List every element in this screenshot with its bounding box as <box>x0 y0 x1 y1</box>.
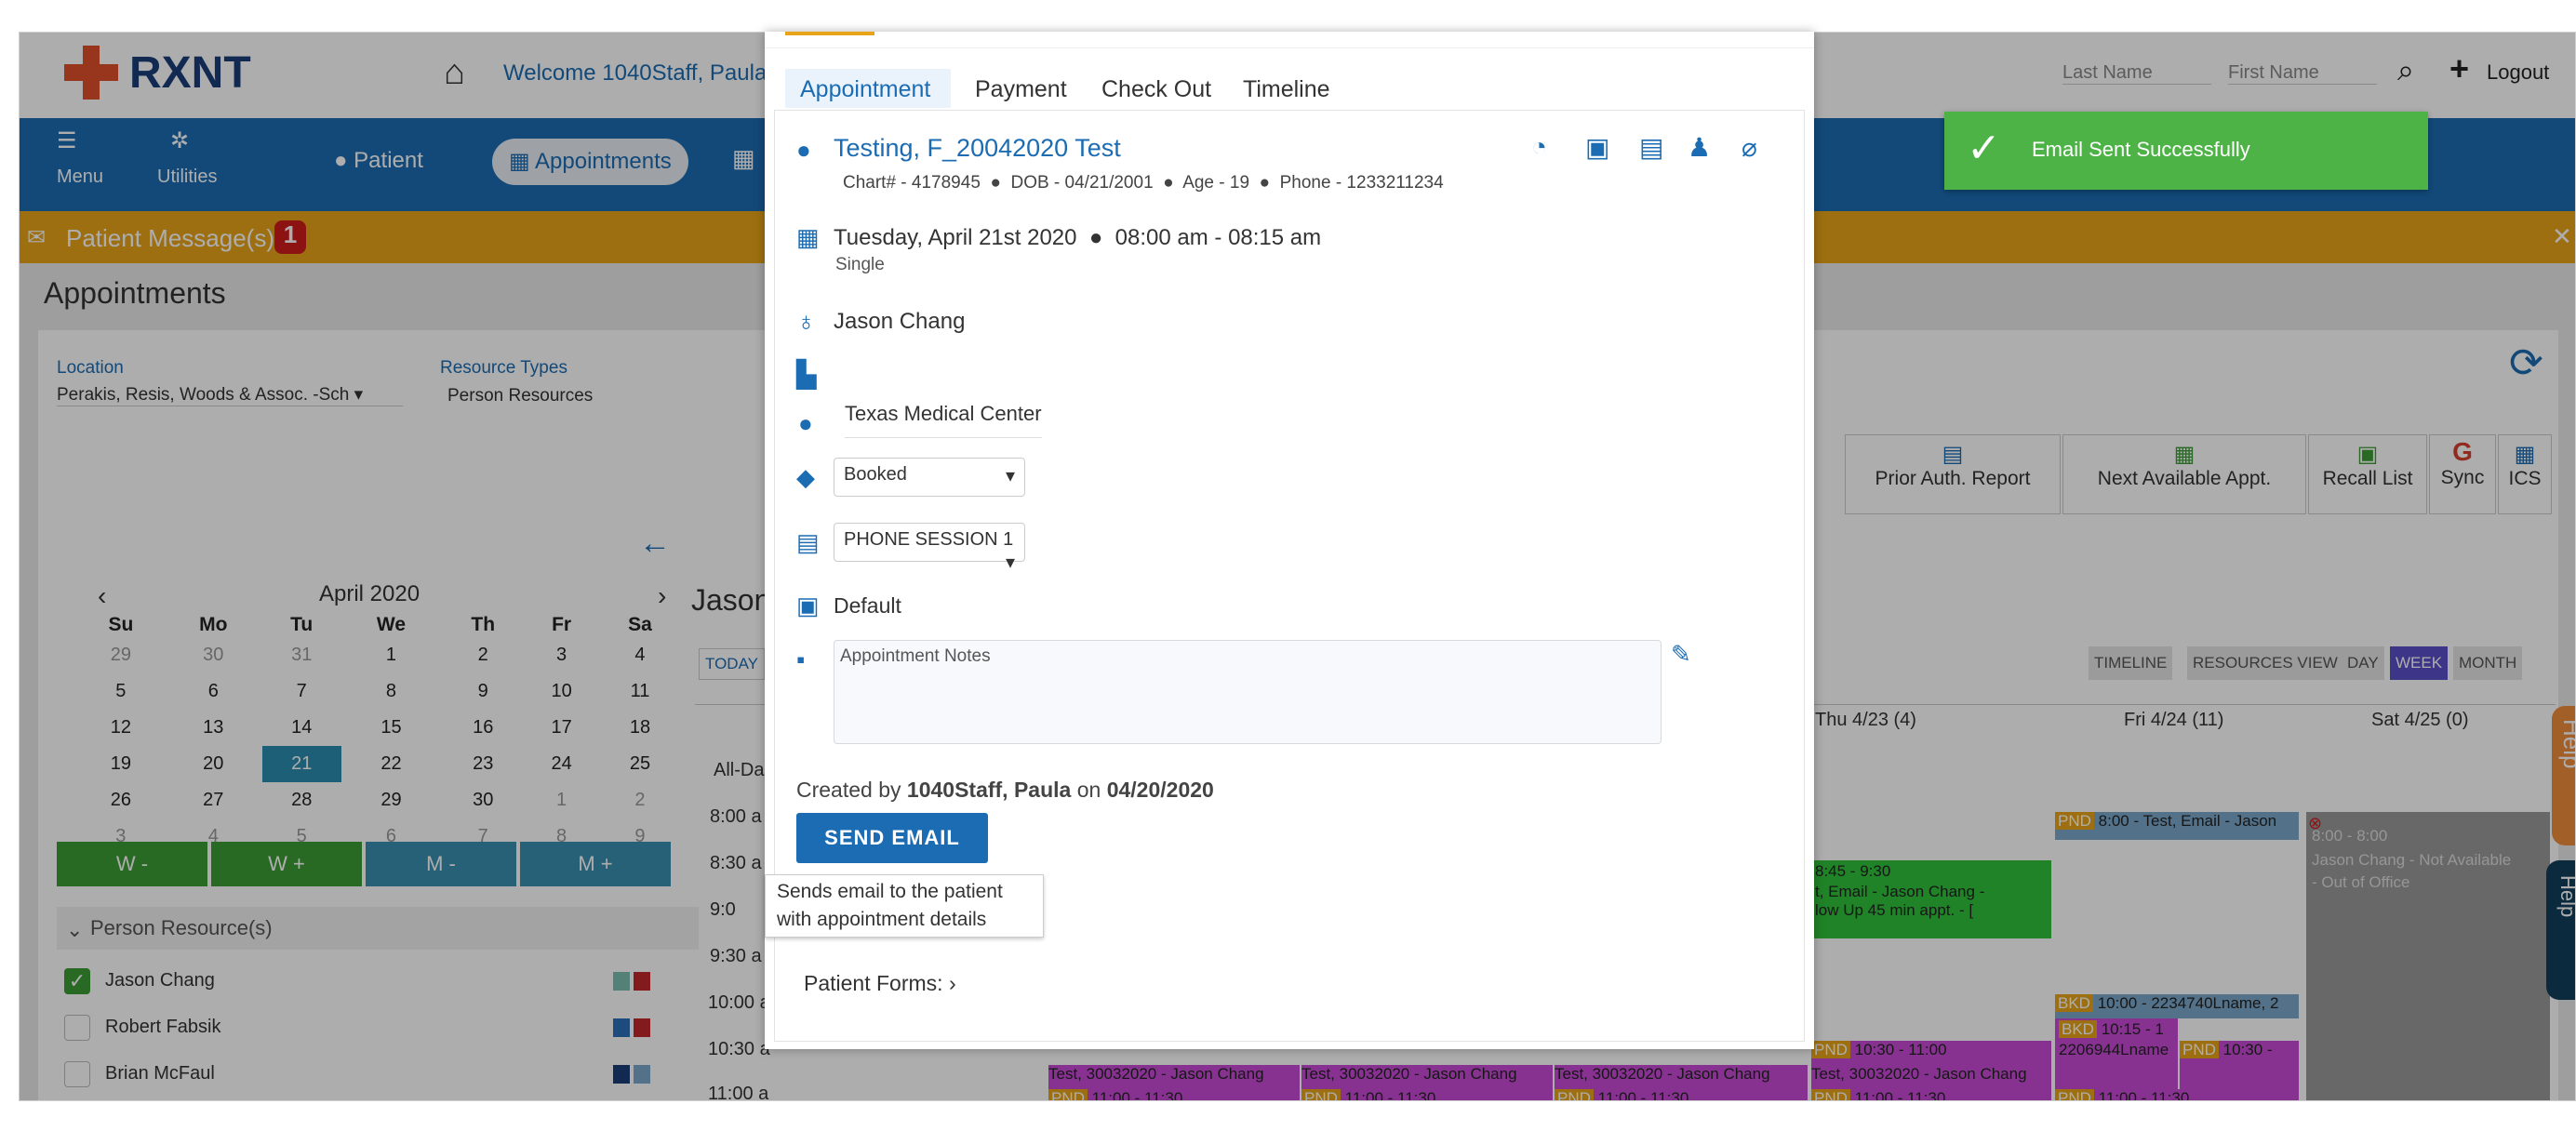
tab-payment[interactable]: Payment <box>975 76 1067 103</box>
appointment-notes-input[interactable]: Appointment Notes <box>834 640 1662 744</box>
tag-icon: ◆ <box>796 463 815 491</box>
status-value: Booked <box>844 464 907 485</box>
appointment-type-value: PHONE SESSION 1 <box>844 529 1014 550</box>
toast-message: Email Sent Successfully <box>2032 138 2250 161</box>
check-icon: ✓ <box>1967 126 2001 171</box>
user-icon: ● <box>796 136 811 164</box>
map-pin-icon: ● <box>798 409 813 437</box>
age: Age - 19 <box>1182 173 1250 193</box>
note-icon: ▪ <box>796 645 806 673</box>
tooltip-line: Sends email to the patient <box>777 881 1003 902</box>
success-toast: ✓ Email Sent Successfully <box>1944 112 2428 190</box>
created-date: 04/20/2020 <box>1106 778 1214 802</box>
patient-name[interactable]: Testing, F_20042020 Test <box>834 134 1121 163</box>
user-check-icon[interactable]: ♟ <box>1688 132 1711 163</box>
location-field[interactable]: Texas Medical Center <box>845 402 1042 438</box>
tab-timeline[interactable]: Timeline <box>1243 76 1330 103</box>
chevron-right-icon: › <box>948 971 956 995</box>
chart-number: Chart# - 4178945 <box>843 173 981 193</box>
appointment-modal: Appointment Payment Check Out Timeline ●… <box>765 32 1814 1049</box>
appointment-time: 08:00 am - 08:15 am <box>1114 225 1322 250</box>
case-value: Default <box>834 593 901 618</box>
created-info: Created by 1040Staff, Paula on 04/20/202… <box>796 778 1214 803</box>
created-on-word: on <box>1076 778 1101 802</box>
appointment-datetime: Tuesday, April 21st 2020 ● 08:00 am - 08… <box>834 225 1322 250</box>
notes-placeholder: Appointment Notes <box>840 646 991 666</box>
created-by: 1040Staff, Paula <box>906 778 1072 802</box>
paperclip-icon[interactable]: ⌀ <box>1742 132 1757 163</box>
tab-appointment[interactable]: Appointment <box>800 76 930 103</box>
phone: Phone - 1233211234 <box>1279 173 1444 193</box>
send-email-button[interactable]: SEND EMAIL <box>796 813 988 863</box>
tab-check-out[interactable]: Check Out <box>1101 76 1211 103</box>
building-icon: ▙ <box>796 360 817 389</box>
pencil-icon[interactable]: ✎ <box>1671 640 1691 669</box>
patient-forms-toggle[interactable]: Patient Forms: › <box>804 971 956 996</box>
chevron-down-icon: ▾ <box>1005 552 1015 573</box>
dashboard-icon[interactable]: ◔ <box>1531 132 1547 162</box>
recurrence: Single <box>835 255 885 274</box>
calendar-icon: ▦ <box>796 223 820 251</box>
created-prefix: Created by <box>796 778 901 802</box>
list-icon: ▤ <box>796 528 820 556</box>
dob: DOB - 04/21/2001 <box>1010 173 1154 193</box>
status-select[interactable]: Booked ▾ <box>834 458 1025 497</box>
chevron-down-icon: ▾ <box>1005 466 1015 486</box>
modal-top-strip <box>765 32 1814 48</box>
patient-details: Chart# - 4178945 ● DOB - 04/21/2001 ● Ag… <box>843 173 1444 193</box>
document-icon[interactable]: ▤ <box>1639 132 1663 163</box>
stethoscope-icon: ♁ <box>796 307 816 336</box>
tooltip-line: with appointment details <box>777 909 987 930</box>
briefcase-icon[interactable]: ▣ <box>1585 132 1609 163</box>
provider-name: Jason Chang <box>834 309 966 334</box>
appointment-date: Tuesday, April 21st 2020 <box>834 225 1077 250</box>
patient-forms-label: Patient Forms: <box>804 971 943 995</box>
send-email-tooltip: Sends email to the patient with appointm… <box>765 874 1044 938</box>
briefcase-icon: ▣ <box>796 592 820 619</box>
appointment-type-select[interactable]: PHONE SESSION 1 ▾ <box>834 523 1025 573</box>
